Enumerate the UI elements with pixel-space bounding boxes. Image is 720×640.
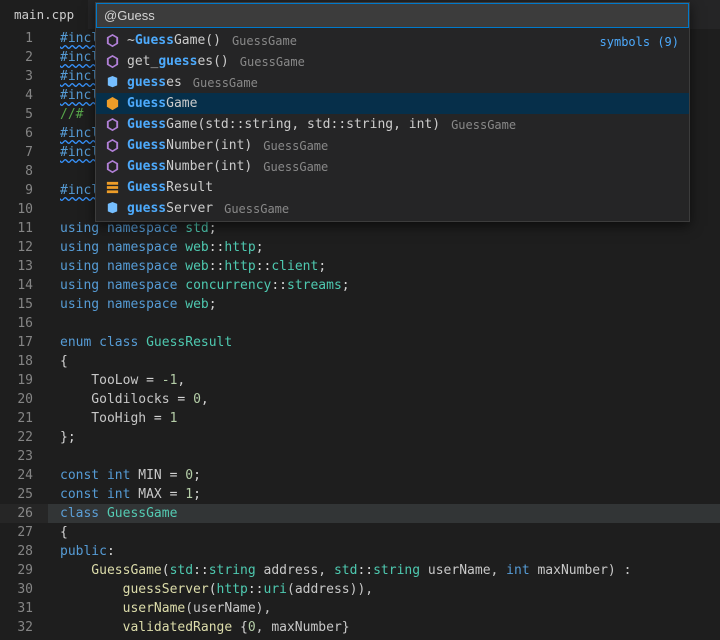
- symbol-item[interactable]: GuessNumber(int) GuessGame: [96, 135, 689, 156]
- symbol-item[interactable]: guesses GuessGame: [96, 72, 689, 93]
- symbol-label: GuessNumber(int): [127, 138, 252, 153]
- symbol-detail: GuessGame: [263, 160, 328, 174]
- code-line[interactable]: {: [48, 523, 720, 542]
- symbol-item[interactable]: GuessGame(std::string, std::string, int)…: [96, 114, 689, 135]
- code-line[interactable]: };: [48, 428, 720, 447]
- method-icon: [105, 117, 120, 132]
- symbol-item[interactable]: get_guesses() GuessGame: [96, 51, 689, 72]
- code-line[interactable]: [48, 314, 720, 333]
- symbol-item[interactable]: GuessGame: [96, 93, 689, 114]
- code-line[interactable]: {: [48, 352, 720, 371]
- symbol-label: guessServer: [127, 201, 213, 216]
- symbol-detail: GuessGame: [224, 202, 289, 216]
- code-line[interactable]: const int MIN = 0;: [48, 466, 720, 485]
- code-line[interactable]: guessServer(http::uri(address)),: [48, 580, 720, 599]
- symbol-label: ~GuessGame(): [127, 33, 221, 48]
- symbol-label: GuessResult: [127, 180, 213, 195]
- symbol-detail: GuessGame: [232, 34, 297, 48]
- class-icon: [105, 96, 120, 111]
- symbol-item[interactable]: guessServer GuessGame: [96, 198, 689, 219]
- symbol-label: guesses: [127, 75, 182, 90]
- line-numbers: 1234567891011121314151617181920212223242…: [0, 29, 48, 640]
- code-line[interactable]: Goldilocks = 0,: [48, 390, 720, 409]
- symbol-list: ~GuessGame()GuessGameget_guesses()GuessG…: [96, 28, 689, 221]
- symbol-detail: GuessGame: [263, 139, 328, 153]
- code-line[interactable]: enum class GuessResult: [48, 333, 720, 352]
- code-line[interactable]: userName(userName),: [48, 599, 720, 618]
- code-line[interactable]: using namespace web::http;: [48, 238, 720, 257]
- symbol-detail: GuessGame: [240, 55, 305, 69]
- method-icon: [105, 159, 120, 174]
- symbol-count-label: symbols (9): [600, 35, 679, 49]
- method-icon: [105, 138, 120, 153]
- symbol-detail: GuessGame: [193, 76, 258, 90]
- code-line[interactable]: public:: [48, 542, 720, 561]
- code-line[interactable]: validatedRange {0, maxNumber}: [48, 618, 720, 637]
- field-icon: [105, 201, 120, 216]
- method-icon: [105, 54, 120, 69]
- code-line[interactable]: using namespace web::http::client;: [48, 257, 720, 276]
- method-icon: [105, 33, 120, 48]
- symbol-item[interactable]: GuessNumber(int) GuessGame: [96, 156, 689, 177]
- code-line[interactable]: TooHigh = 1: [48, 409, 720, 428]
- code-line[interactable]: GuessGame(std::string address, std::stri…: [48, 561, 720, 580]
- symbol-picker: symbols (9) ~GuessGame()GuessGameget_gue…: [95, 2, 690, 222]
- field-icon: [105, 75, 120, 90]
- code-line[interactable]: TooLow = -1,: [48, 371, 720, 390]
- enum-icon: [105, 180, 120, 195]
- symbol-item[interactable]: GuessResult: [96, 177, 689, 198]
- code-line[interactable]: using namespace web;: [48, 295, 720, 314]
- tab-main-cpp[interactable]: main.cpp: [0, 0, 89, 29]
- code-line[interactable]: class GuessGame: [48, 504, 720, 523]
- code-line[interactable]: const int MAX = 1;: [48, 485, 720, 504]
- symbol-label: get_guesses(): [127, 54, 229, 69]
- code-line[interactable]: using namespace concurrency::streams;: [48, 276, 720, 295]
- symbol-detail: GuessGame: [451, 118, 516, 132]
- symbol-label: GuessGame: [127, 96, 197, 111]
- symbol-search-input[interactable]: [96, 3, 689, 28]
- code-line[interactable]: [48, 447, 720, 466]
- symbol-label: GuessGame(std::string, std::string, int): [127, 117, 440, 132]
- symbol-label: GuessNumber(int): [127, 159, 252, 174]
